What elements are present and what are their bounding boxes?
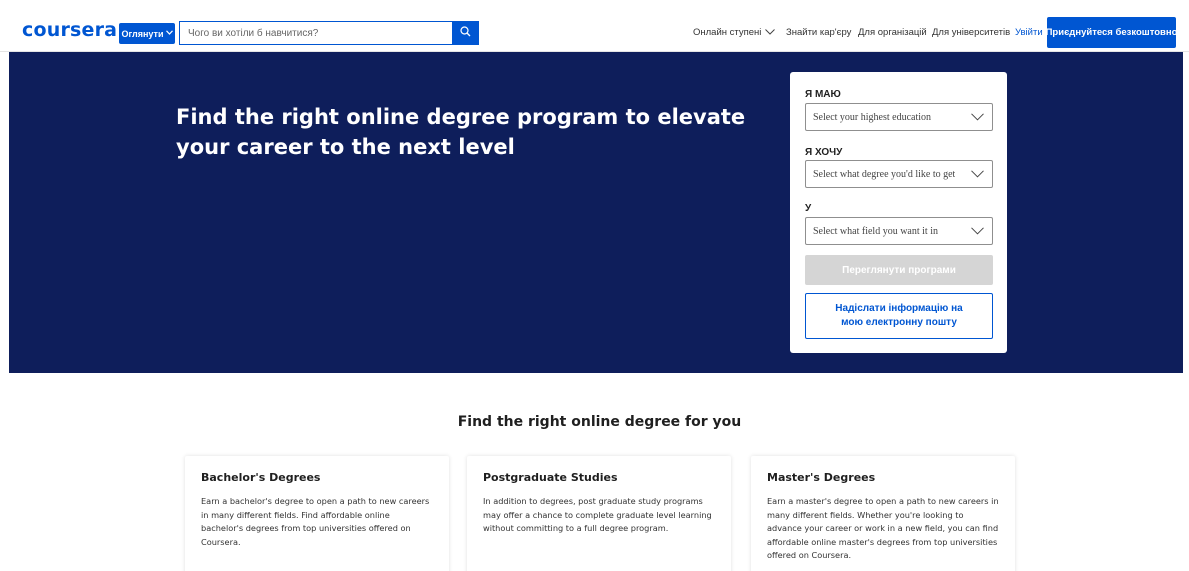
degrees-section-title: Find the right online degree for you <box>457 414 742 430</box>
online-degrees-label: Онлайн ступені <box>693 27 762 38</box>
explore-button-label: Оглянути <box>121 28 164 39</box>
top-navigation-bar: coursera Оглянути Онлайн ступені Знайти … <box>0 0 1189 52</box>
email-info-button[interactable]: Надіслати інформацію на мою електронну п… <box>805 293 993 339</box>
for-organizations-link[interactable]: Для організацій <box>858 27 927 38</box>
join-free-button[interactable]: Приєднуйтеся безкоштовно <box>1046 17 1177 48</box>
degree-card-masters[interactable]: Master's Degrees Earn a master's degree … <box>751 456 1015 571</box>
desired-degree-select-text: Select what degree you'd like to get <box>813 168 956 180</box>
login-link[interactable]: Увійти <box>1015 27 1043 38</box>
search-button[interactable] <box>452 22 478 44</box>
degree-card-postgraduate[interactable]: Postgraduate Studies In addition to degr… <box>467 456 731 571</box>
degree-card-description: Earn a master's degree to open a path to… <box>767 496 999 560</box>
highest-education-select[interactable]: Select your highest education <box>805 103 993 131</box>
degree-card-title: Bachelor's Degrees <box>201 471 321 484</box>
degree-card-title: Postgraduate Studies <box>483 471 618 484</box>
chevron-down-icon <box>971 222 984 240</box>
explore-button[interactable]: Оглянути <box>119 23 175 44</box>
field-select[interactable]: Select what field you want it in <box>805 217 993 245</box>
field-select-text: Select what field you want it in <box>813 225 938 237</box>
find-career-link[interactable]: Знайти кар'єру <box>786 27 851 38</box>
hero-banner: Find the right online degree program to … <box>9 52 1183 373</box>
coursera-logo[interactable]: coursera <box>22 21 117 40</box>
chevron-down-icon <box>971 165 984 183</box>
chevron-down-icon <box>765 27 776 38</box>
degree-card-description: In addition to degrees, post graduate st… <box>483 496 712 533</box>
desired-degree-select[interactable]: Select what degree you'd like to get <box>805 160 993 188</box>
search-bar <box>179 21 479 45</box>
degree-card-bachelors[interactable]: Bachelor's Degrees Earn a bachelor's deg… <box>185 456 449 571</box>
search-icon <box>459 24 471 42</box>
chevron-down-icon <box>165 30 173 37</box>
have-label: Я МАЮ <box>805 89 841 100</box>
chevron-down-icon <box>971 108 984 126</box>
view-programs-button[interactable]: Переглянути програми <box>805 255 993 285</box>
degree-finder-form: Я МАЮ Select your highest education Я ХО… <box>790 72 1007 353</box>
online-degrees-menu[interactable]: Онлайн ступені <box>693 27 776 38</box>
degree-card-title: Master's Degrees <box>767 471 876 484</box>
field-label: У <box>805 203 812 214</box>
hero-title: Find the right online degree program to … <box>176 105 746 159</box>
for-universities-link[interactable]: Для університетів <box>932 27 1010 38</box>
highest-education-select-text: Select your highest education <box>813 111 932 123</box>
search-input[interactable] <box>180 22 452 44</box>
want-label: Я ХОЧУ <box>805 147 843 158</box>
degree-card-description: Earn a bachelor's degree to open a path … <box>201 496 430 547</box>
